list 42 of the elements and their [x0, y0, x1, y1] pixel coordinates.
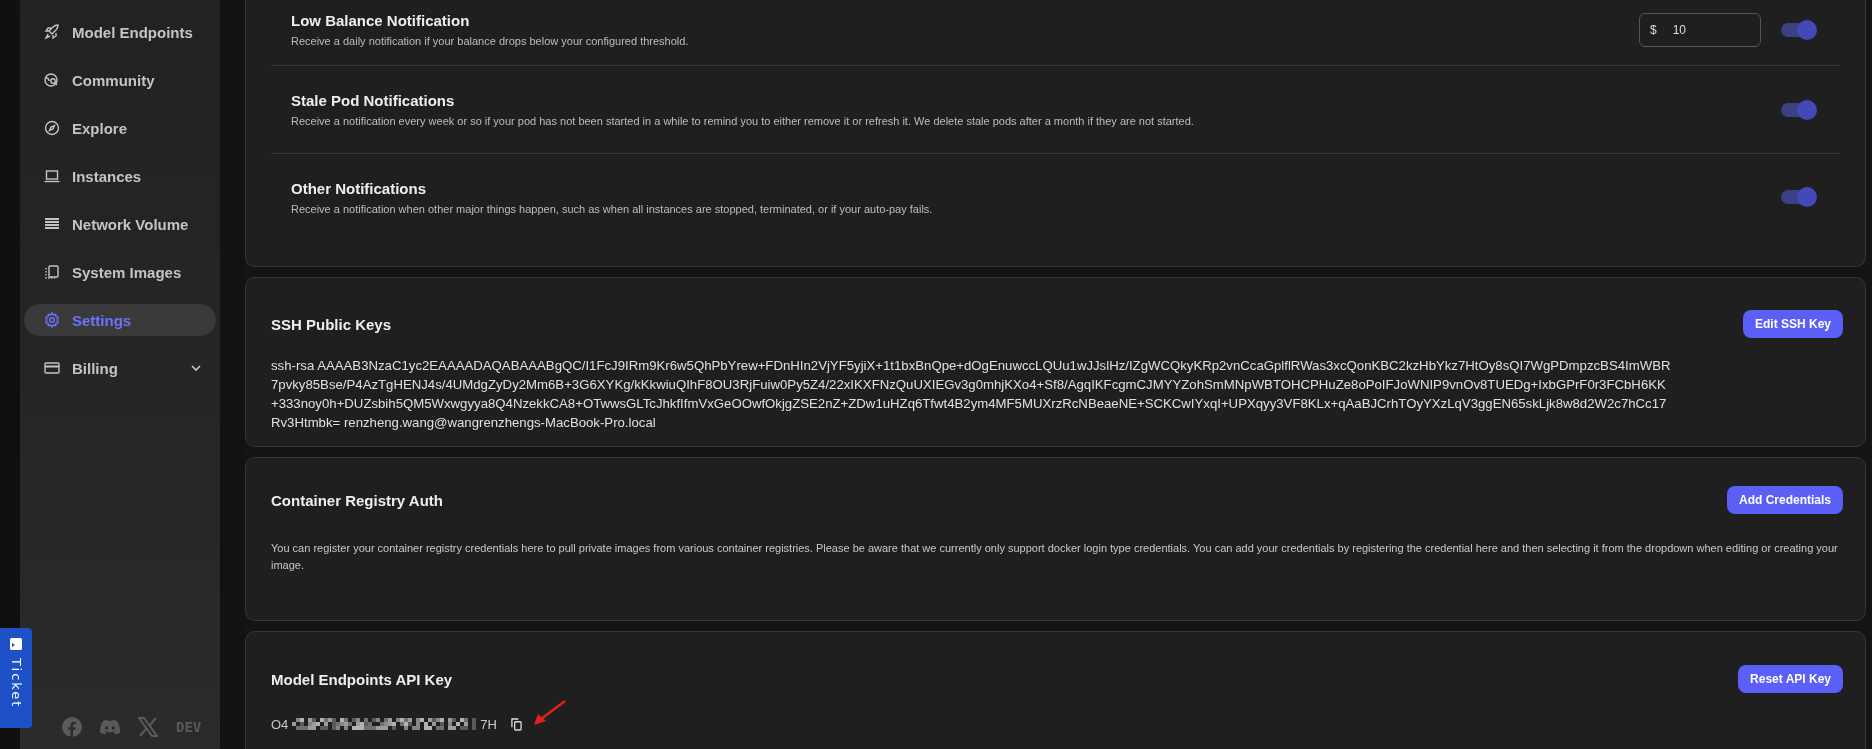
discord-icon[interactable] — [100, 717, 120, 737]
reset-api-key-button[interactable]: Reset API Key — [1738, 665, 1843, 693]
annotation-arrow — [531, 700, 566, 728]
section-title: SSH Public Keys — [271, 315, 392, 333]
sidebar-item[interactable]: Community — [24, 64, 216, 96]
toggle-switch[interactable] — [1781, 22, 1815, 37]
toggle-switch[interactable] — [1781, 190, 1815, 204]
notification-title: Stale Pod Notifications — [291, 92, 456, 109]
x-logo-icon[interactable] — [138, 717, 158, 737]
toggle-switch[interactable] — [1781, 102, 1815, 117]
threshold-input[interactable]: $ 10 — [1639, 12, 1761, 47]
settings-icon — [44, 312, 60, 328]
sidebar-item[interactable]: Model Endpoints — [24, 16, 216, 48]
api-key-start: O4 — [271, 716, 289, 732]
notification-description: Receive a notification every week or so if your pod has not been started in a while to remind you to either remove it or refresh it. We delete stale pods after a month if they are not started. — [291, 115, 1195, 127]
section-title: Model Endpoints API Key — [271, 670, 453, 688]
ticket-icon — [10, 638, 22, 650]
stacked-pages-icon — [44, 264, 60, 280]
api-key-end: 7H — [480, 716, 497, 732]
sidebar-item[interactable]: Explore — [24, 112, 216, 144]
registry-description: You can register your container registry credentials here to pull private images from various container registries. Please be aware that we currently only support docker login type credentials. You can add your credentials by registering the credential here and then selecting it from the dropdown when editing or creating your image. — [271, 541, 1839, 573]
copy-icon[interactable] — [510, 717, 522, 731]
rocket-icon — [44, 24, 60, 40]
laptop-icon — [44, 168, 60, 184]
server-icon — [44, 216, 60, 232]
notification-title: Low Balance Notification — [291, 12, 471, 29]
globe-search-icon — [44, 72, 60, 88]
edit-ssh-key-button[interactable]: Edit SSH Key — [1742, 310, 1843, 338]
notification-title: Other Notifications — [291, 179, 427, 197]
notification-description: Receive a daily notification if your balance drops below your configured threshold. — [291, 35, 690, 47]
ticket-tab[interactable]: Ticket — [0, 628, 32, 728]
facebook-icon[interactable] — [62, 717, 82, 737]
compass-icon — [44, 120, 60, 136]
add-credentials-button[interactable]: Add Credentials — [1727, 486, 1843, 514]
ssh-key-text: ssh-rsa AAAAB3NzaC1yc2EAAAADAQABAAABgQC/I1FcJ9IRm9Kr6w5QhPbYrew+FDnHIn2VjYF5yjiX+1t1bxBnQpe+dOgEnuwccLQUu1wJJslHz/IZgWCQkyKRp2vnCcaGplflRWas3xcQonKBC2kzHbYkz7HtOy8sQI7WgPDmpzcBS4ImWBR7pvky85Bse/P4AzTgHENJ4s/4UMdgZyDy2Mm6B+3G6XYKg/kKkwiuQIhF8OU3RjFuiw0Py5Z4/22xIKXFNzQuUXIEGv3g0mhjKXo4+Sf8/AgqIKFcgmCJMYYZohSmMNpWBTOHCPHuZe8oPoIFJoWNIP9vnOv8TUEDg+IxbGPrF0r3FCbH6KK+333noy0h+DUZsbih5QM5Wxwgyya8Q4NzekkCA8+OTwwsGLTcJhkfIfmVxGeOOwfOkjgZSE2nZ+ZDw1uHZq6Tfwt4B2ym4MF5MUXrzRcNBeaeNE+SCKCwIYxqI+UPXqyy3VF8KLx+qAaBJCrhTOyYXzLqV3ggEN65skLjk8w8d2W2c7hCc17Rv3Htmbk= renzheng.wang@wangrenzhengs-MacBook-Pro.local — [271, 357, 1672, 432]
sidebar-item[interactable]: System Images — [24, 256, 216, 288]
sidebar-item[interactable]: Billing — [24, 352, 216, 384]
section-title: Container Registry Auth — [271, 491, 443, 509]
sidebar-item[interactable]: Network Volume — [24, 208, 216, 240]
sidebar-item[interactable]: Instances — [24, 160, 216, 192]
notification-description: Receive a notification when other major things happen, such as when all instances are stopped, terminated, or if your auto-pay fails. — [291, 202, 934, 215]
credit-card-icon — [44, 360, 60, 376]
